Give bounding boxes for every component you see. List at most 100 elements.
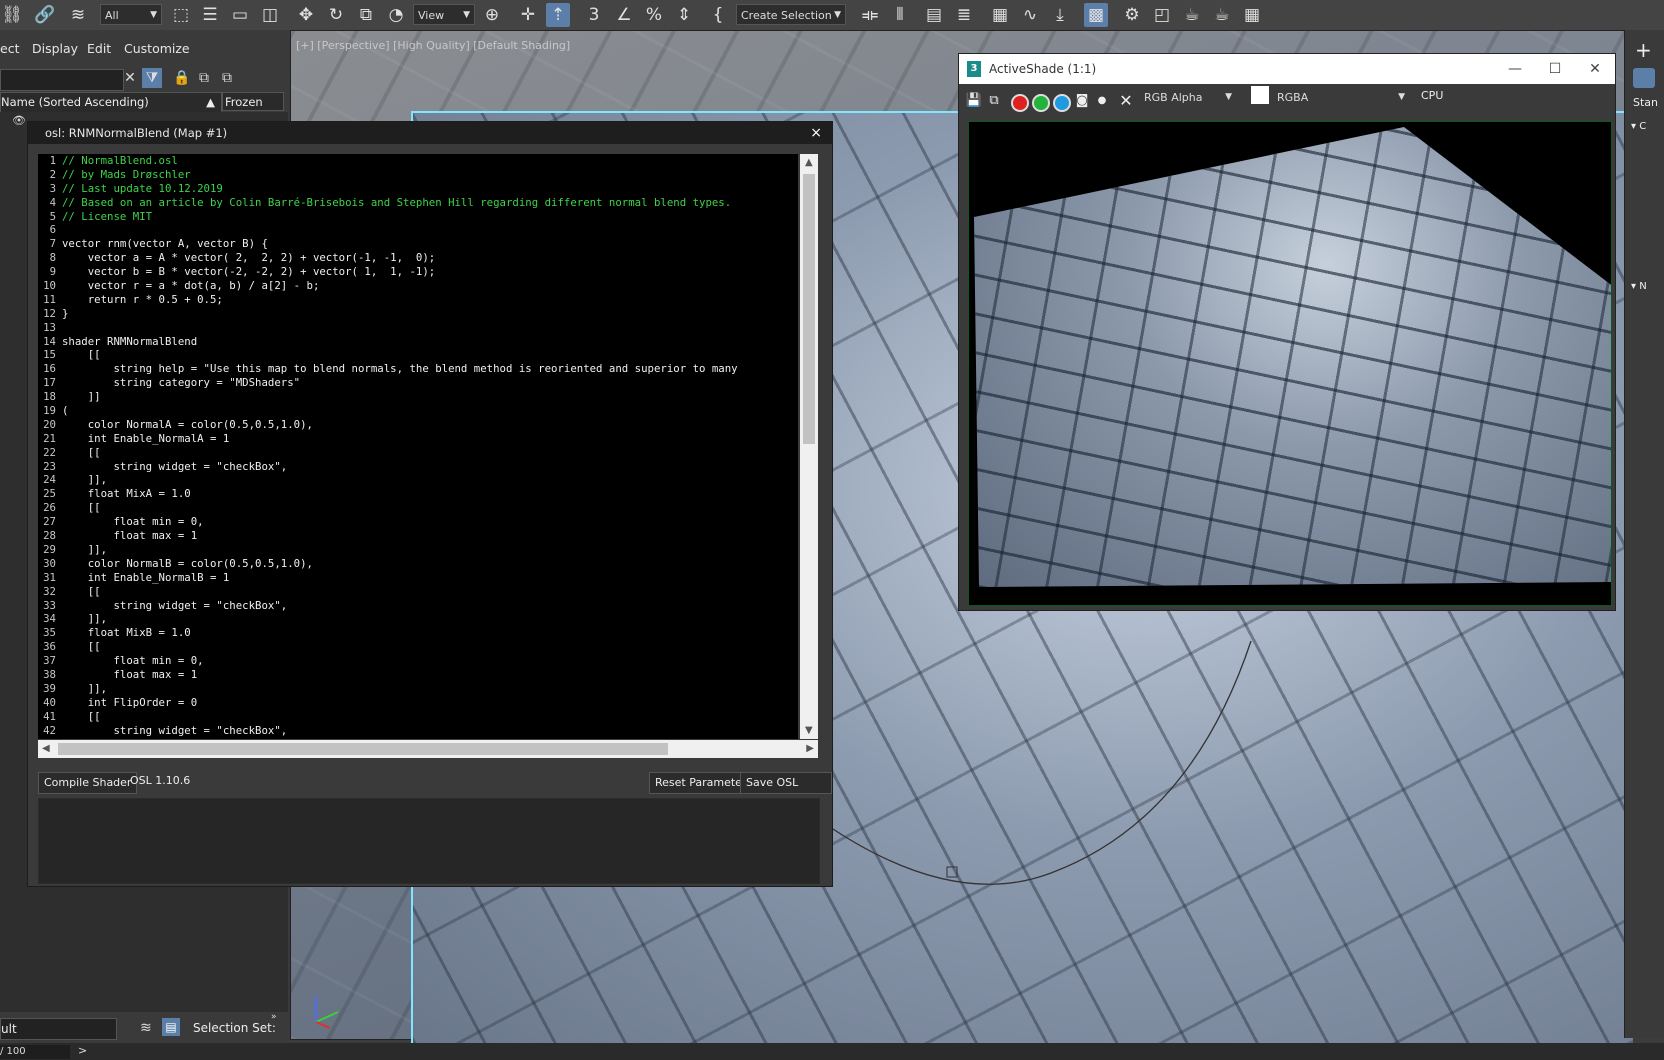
column-header-name[interactable]: Name (Sorted Ascending) ▲ [0, 92, 222, 113]
compile-shader-button[interactable]: Compile Shader [38, 772, 138, 794]
code-line[interactable]: 7 vector rnm(vector A, vector B) { [38, 237, 798, 251]
vertical-scrollbar[interactable]: ▲ ▼ [800, 154, 818, 739]
code-line[interactable]: 35 float MixB = 1.0 [38, 626, 798, 640]
blue-channel-toggle[interactable] [1053, 94, 1071, 112]
rollout-name-color[interactable]: ▾ N [1631, 281, 1647, 292]
spinner-snap-icon[interactable]: ⇕ [672, 3, 696, 27]
reference-coordinate-dropdown[interactable]: View ▼ [413, 4, 475, 25]
snaps-toggle-icon[interactable]: 3 [582, 3, 606, 27]
explorer-search-input[interactable] [0, 69, 124, 91]
scroll-right-icon[interactable]: ▶ [806, 743, 814, 754]
select-link-icon[interactable]: ⛓ [0, 3, 24, 27]
render-setup-icon[interactable]: ⚙ [1120, 3, 1144, 27]
column-header-frozen[interactable]: Frozen [222, 92, 284, 111]
alpha-channel-icon[interactable]: ◙ [1073, 92, 1091, 110]
code-line[interactable]: 23 string widget = "checkBox", [38, 460, 798, 474]
percent-snap-icon[interactable]: % [642, 3, 666, 27]
code-line[interactable]: 14 shader RNMNormalBlend [38, 335, 798, 349]
code-line[interactable]: 34 ]], [38, 612, 798, 626]
ribbon-toggle-icon[interactable]: ▦ [988, 3, 1012, 27]
named-selection-dropdown[interactable]: Create Selection Se▼ [736, 4, 846, 43]
vertical-scroll-thumb[interactable] [803, 174, 815, 444]
code-line[interactable]: 30 color NormalB = color(0.5,0.5,1.0), [38, 557, 798, 571]
hierarchy-icon[interactable]: ⧉ [194, 68, 214, 88]
code-line[interactable]: 15 [[ [38, 348, 798, 362]
code-line[interactable]: 16 string help = "Use this map to blend … [38, 362, 798, 376]
rectangular-selection-icon[interactable]: ▭ [228, 3, 252, 27]
scale-icon[interactable]: ⧉ [354, 3, 378, 27]
menu-select[interactable]: ect [0, 41, 19, 56]
frame-counter[interactable]: / 100 [0, 1045, 70, 1059]
filter-icon[interactable]: ⧩ [142, 68, 162, 88]
activeshade-render-view[interactable] [968, 121, 1612, 606]
layers-stack-icon[interactable]: ≋ [140, 1020, 152, 1036]
code-line[interactable]: 21 int Enable_NormalA = 1 [38, 432, 798, 446]
code-line[interactable]: 29 ]], [38, 543, 798, 557]
edit-named-selection-icon[interactable]: { [706, 3, 730, 27]
place-icon[interactable]: ◔ [384, 3, 408, 27]
code-line[interactable]: 19 ( [38, 404, 798, 418]
code-line[interactable]: 26 [[ [38, 501, 798, 515]
code-line[interactable]: 2 // by Mads Drøschler [38, 168, 798, 182]
code-line[interactable]: 28 float max = 1 [38, 529, 798, 543]
timeline-next-button[interactable]: > [78, 1044, 87, 1057]
unlink-icon[interactable]: 🔗 [33, 3, 57, 27]
horizontal-scrollbar[interactable]: ◀ ▶ [38, 740, 818, 758]
window-crossing-icon[interactable]: ◫ [258, 3, 282, 27]
red-channel-toggle[interactable] [1011, 94, 1029, 112]
code-line[interactable]: 24 ]], [38, 473, 798, 487]
render-cloud-icon[interactable]: ▦ [1240, 3, 1264, 27]
save-image-icon[interactable]: 💾 [965, 92, 983, 110]
schematic-view-icon[interactable]: ⤓ [1048, 3, 1072, 27]
pivot-point-icon[interactable]: ⊕ [480, 3, 504, 27]
code-line[interactable]: 31 int Enable_NormalB = 1 [38, 571, 798, 585]
rendered-frame-window-icon[interactable]: ◰ [1150, 3, 1174, 27]
horizontal-scroll-thumb[interactable] [58, 743, 668, 755]
selection-filter-dropdown[interactable]: All ▼ [100, 4, 162, 25]
code-line[interactable]: 42 string widget = "checkBox", [38, 724, 798, 738]
channel-dropdown[interactable]: RGB Alpha ▼ [1140, 87, 1236, 108]
timeline[interactable] [0, 1043, 1664, 1060]
viewport-label[interactable]: [+] [Perspective] [High Quality] [Defaul… [296, 39, 570, 52]
code-line[interactable]: 38 float max = 1 [38, 668, 798, 682]
rollout-object-type[interactable]: ▾ C [1631, 121, 1646, 132]
mirror-icon[interactable]: ⟚ [858, 3, 882, 27]
code-line[interactable]: 33 string widget = "checkBox", [38, 599, 798, 613]
code-line[interactable]: 8 vector a = A * vector( 2, 2, 2) + vect… [38, 251, 798, 265]
close-icon[interactable]: ✕ [1575, 54, 1615, 84]
menu-edit[interactable]: Edit [87, 41, 111, 56]
code-line[interactable]: 41 [[ [38, 710, 798, 724]
code-line[interactable]: 20 color NormalA = color(0.5,0.5,1.0), [38, 418, 798, 432]
background-color-swatch[interactable] [1251, 86, 1269, 104]
rotate-icon[interactable]: ↻ [324, 3, 348, 27]
minimize-icon[interactable]: — [1495, 54, 1535, 84]
select-by-name-icon[interactable]: ☰ [198, 3, 222, 27]
activeshade-title-bar[interactable]: 3 ActiveShade (1:1) — ☐ ✕ [959, 54, 1615, 84]
layer-dropdown[interactable]: ult [0, 1018, 117, 1040]
selection-set-icon[interactable]: ▤ [162, 1018, 180, 1036]
code-line[interactable]: 27 float min = 0, [38, 515, 798, 529]
render-production-icon[interactable]: ☕ [1180, 3, 1204, 27]
move-icon[interactable]: ✥ [294, 3, 318, 27]
code-editor[interactable]: 1 // NormalBlend.osl 2 // by Mads Drøschler… [38, 154, 798, 739]
curve-editor-icon[interactable]: ∿ [1018, 3, 1042, 27]
osl-title-bar[interactable]: osl: RNMNormalBlend (Map #1) × [28, 122, 832, 144]
scroll-left-icon[interactable]: ◀ [42, 743, 50, 754]
visibility-eye-icon[interactable]: 👁 [12, 114, 26, 127]
maximize-icon[interactable]: ☐ [1535, 54, 1575, 84]
code-line[interactable]: 39 ]], [38, 682, 798, 696]
display-mode-dropdown[interactable]: RGBA ▼ [1273, 87, 1409, 108]
menu-display[interactable]: Display [32, 41, 78, 56]
code-line[interactable]: 3 // Last update 10.12.2019 [38, 182, 798, 196]
code-line[interactable]: 32 [[ [38, 585, 798, 599]
code-line[interactable]: 10 vector r = a * dot(a, b) / a[2] - b; [38, 279, 798, 293]
clone-window-icon[interactable]: ⧉ [985, 92, 1003, 110]
code-line[interactable]: 6 [38, 223, 798, 237]
keyboard-shortcut-override-icon[interactable]: ⇡ [546, 3, 570, 27]
save-osl-file-button[interactable]: Save OSL file.... [740, 772, 832, 809]
code-line[interactable]: 25 float MixA = 1.0 [38, 487, 798, 501]
code-line[interactable]: 22 [[ [38, 446, 798, 460]
menu-customize[interactable]: Customize [124, 41, 190, 56]
bind-spacewarp-icon[interactable]: ≋ [66, 3, 90, 27]
close-icon[interactable]: × [810, 122, 822, 144]
